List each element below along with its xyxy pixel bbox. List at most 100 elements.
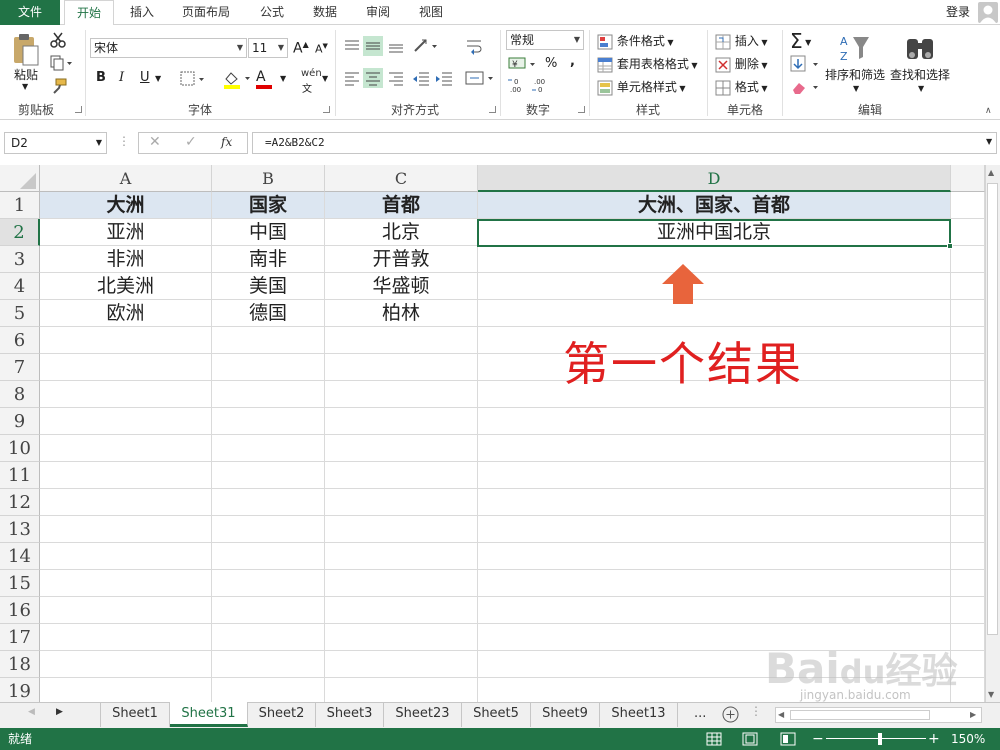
cell-b3[interactable]: 南非	[212, 246, 325, 273]
cell-e9[interactable]	[951, 408, 985, 435]
cell-c2[interactable]: 北京	[325, 219, 478, 246]
decrease-decimal-button[interactable]: .00 0	[532, 76, 552, 94]
row-header-19[interactable]: 19	[0, 678, 40, 705]
sheet-tab-sheet9[interactable]: Sheet9	[531, 702, 600, 727]
cell-a18[interactable]	[40, 651, 212, 678]
cell-d11[interactable]	[478, 462, 951, 489]
cell-e13[interactable]	[951, 516, 985, 543]
align-top-button[interactable]	[342, 36, 362, 56]
format-painter-button[interactable]	[50, 78, 68, 94]
cell-c1[interactable]: 首都	[325, 192, 478, 219]
align-bottom-button[interactable]	[386, 36, 406, 56]
cell-a8[interactable]	[40, 381, 212, 408]
pinyin-dropdown-icon[interactable]: ▼	[322, 74, 328, 83]
tab-split-grip-icon[interactable]: ⋮	[750, 704, 762, 718]
row-header-17[interactable]: 17	[0, 624, 40, 651]
cell-b16[interactable]	[212, 597, 325, 624]
row-header-14[interactable]: 14	[0, 543, 40, 570]
cell-a17[interactable]	[40, 624, 212, 651]
zoom-level[interactable]: 150%	[951, 728, 985, 750]
sheet-tab-sheet13[interactable]: Sheet13	[600, 702, 678, 727]
cell-a16[interactable]	[40, 597, 212, 624]
scroll-right-icon[interactable]: ▶	[970, 710, 976, 719]
cell-c4[interactable]: 华盛顿	[325, 273, 478, 300]
row-header-11[interactable]: 11	[0, 462, 40, 489]
paste-button[interactable]	[12, 33, 40, 67]
more-sheets-button[interactable]: ...	[694, 706, 706, 721]
tab-home[interactable]: 开始	[64, 0, 114, 26]
enter-icon[interactable]: ✓	[185, 134, 197, 150]
cell-e5[interactable]	[951, 300, 985, 327]
row-header-1[interactable]: 1	[0, 192, 40, 219]
row-header-9[interactable]: 9	[0, 408, 40, 435]
cell-d9[interactable]	[478, 408, 951, 435]
cell-e11[interactable]	[951, 462, 985, 489]
sheet-tab-sheet31[interactable]: Sheet31	[170, 702, 248, 727]
sheet-tab-sheet3[interactable]: Sheet3	[316, 702, 384, 727]
sheet-tab-sheet2[interactable]: Sheet2	[248, 702, 316, 727]
merge-center-button[interactable]	[465, 68, 497, 88]
delete-cells-button[interactable]: 删除 ▼	[715, 55, 768, 73]
row-header-10[interactable]: 10	[0, 435, 40, 462]
cell-b12[interactable]	[212, 489, 325, 516]
grow-font-button[interactable]: A▲	[293, 40, 309, 57]
cancel-icon[interactable]: ✕	[149, 134, 161, 150]
cell-b18[interactable]	[212, 651, 325, 678]
pinyin-button[interactable]: wén	[301, 68, 322, 79]
tab-file[interactable]: 文件	[0, 0, 60, 25]
next-sheet-icon[interactable]: ▶	[56, 707, 63, 717]
alignment-launcher-icon[interactable]	[489, 106, 496, 113]
login-link[interactable]: 登录	[946, 0, 970, 25]
column-header-d[interactable]: D	[478, 165, 951, 192]
number-launcher-icon[interactable]	[578, 106, 585, 113]
insert-function-button[interactable]: fx	[221, 135, 232, 149]
cell-c16[interactable]	[325, 597, 478, 624]
normal-view-icon[interactable]	[706, 732, 722, 746]
scroll-down-icon[interactable]: ▼	[988, 690, 994, 699]
select-all-button[interactable]	[0, 165, 40, 192]
chevron-down-icon[interactable]: ▼	[918, 84, 924, 93]
cell-d5[interactable]	[478, 300, 951, 327]
cell-d3[interactable]	[478, 246, 951, 273]
paste-dropdown-icon[interactable]: ▼	[22, 82, 28, 91]
cell-c18[interactable]	[325, 651, 478, 678]
font-size-combo[interactable]: 11 ▼	[248, 38, 288, 58]
row-header-5[interactable]: 5	[0, 300, 40, 327]
tab-review[interactable]: 审阅	[366, 0, 390, 25]
cell-d12[interactable]	[478, 489, 951, 516]
cell-c9[interactable]	[325, 408, 478, 435]
underline-button[interactable]: U	[140, 70, 150, 85]
column-header-a[interactable]: A	[40, 165, 212, 192]
tab-view[interactable]: 视图	[419, 0, 443, 25]
shrink-font-button[interactable]: A▼	[315, 42, 328, 56]
borders-button[interactable]	[180, 71, 206, 87]
row-header-18[interactable]: 18	[0, 651, 40, 678]
underline-dropdown-icon[interactable]: ▼	[155, 74, 161, 83]
cell-c17[interactable]	[325, 624, 478, 651]
cell-b2[interactable]: 中国	[212, 219, 325, 246]
cell-c3[interactable]: 开普敦	[325, 246, 478, 273]
format-cells-button[interactable]: 格式 ▼	[715, 78, 768, 96]
copy-button[interactable]	[50, 55, 72, 71]
collapse-ribbon-icon[interactable]: ∧	[985, 106, 992, 116]
clipboard-launcher-icon[interactable]	[75, 106, 82, 113]
cell-e15[interactable]	[951, 570, 985, 597]
zoom-slider-thumb[interactable]	[878, 733, 882, 745]
align-left-button[interactable]	[342, 68, 362, 88]
cell-a2[interactable]: 亚洲	[40, 219, 212, 246]
row-header-2[interactable]: 2	[0, 219, 40, 246]
cell-d13[interactable]	[478, 516, 951, 543]
cell-e10[interactable]	[951, 435, 985, 462]
row-header-16[interactable]: 16	[0, 597, 40, 624]
cell-c12[interactable]	[325, 489, 478, 516]
cell-c14[interactable]	[325, 543, 478, 570]
cell-b11[interactable]	[212, 462, 325, 489]
bold-button[interactable]: B	[96, 70, 106, 85]
expand-formula-bar-icon[interactable]: ▼	[986, 137, 992, 146]
zoom-out-button[interactable]: −	[812, 728, 824, 750]
cell-c19[interactable]	[325, 678, 478, 705]
font-color-dropdown-icon[interactable]: ▼	[280, 74, 286, 83]
row-header-13[interactable]: 13	[0, 516, 40, 543]
tab-insert[interactable]: 插入	[130, 0, 154, 25]
column-header-c[interactable]: C	[325, 165, 478, 192]
